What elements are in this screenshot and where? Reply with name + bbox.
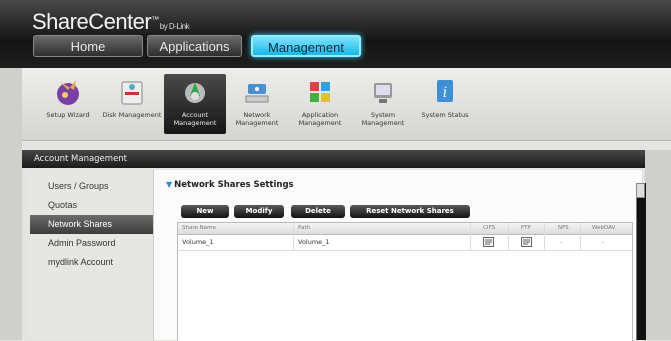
ftp-edit-icon[interactable] bbox=[521, 237, 532, 252]
toolbar-application-management[interactable]: Application Management bbox=[289, 74, 351, 134]
toolbar-system-status[interactable]: i System Status bbox=[414, 74, 476, 134]
cell-path: Volume_1 bbox=[298, 238, 330, 246]
column-header-ftp[interactable]: FTP bbox=[521, 223, 531, 234]
scrollbar-thumb[interactable] bbox=[636, 183, 645, 198]
tab-home[interactable]: Home bbox=[33, 35, 143, 57]
toolbar-disk-management[interactable]: Disk Management bbox=[101, 74, 163, 134]
sidebar-item-users-groups[interactable]: Users / Groups bbox=[30, 177, 153, 196]
scrollbar-track[interactable] bbox=[636, 183, 646, 340]
network-icon bbox=[245, 84, 269, 103]
wizard-icon bbox=[57, 80, 79, 105]
toolbar-label: Setup Wizard bbox=[46, 111, 90, 119]
column-header-webdav[interactable]: WebDAV bbox=[592, 223, 615, 234]
cifs-edit-icon[interactable] bbox=[483, 237, 494, 252]
toolbar-label: System Management bbox=[361, 111, 405, 127]
cell-share-name: Volume_1 bbox=[182, 238, 214, 246]
modify-button[interactable]: Modify bbox=[234, 205, 284, 218]
toolbar-label: System Status bbox=[421, 111, 469, 119]
account-icon bbox=[185, 82, 205, 103]
column-header-share-name[interactable]: Share Name bbox=[182, 223, 216, 234]
app-name: ShareCenter bbox=[32, 9, 152, 34]
right-margin bbox=[645, 150, 671, 340]
section-title: Account Management bbox=[22, 150, 661, 168]
toolbar-setup-wizard[interactable]: Setup Wizard bbox=[37, 74, 99, 134]
panel-title-text: Network Shares Settings bbox=[174, 180, 294, 190]
app-header: ShareCenter™by D-Link Home Applications … bbox=[0, 0, 671, 68]
info-icon: i bbox=[437, 80, 453, 102]
left-margin bbox=[0, 68, 22, 340]
toolbar-label: Application Management bbox=[298, 111, 342, 127]
toolbar-label: Account Management bbox=[173, 111, 217, 127]
trademark-mark: ™ bbox=[151, 15, 159, 24]
management-toolbar: Setup Wizard Disk Management Account Man… bbox=[22, 68, 671, 141]
delete-button[interactable]: Delete bbox=[291, 205, 345, 218]
application-icon bbox=[310, 82, 330, 102]
sidebar-item-admin-password[interactable]: Admin Password bbox=[30, 234, 153, 253]
app-byline: by D-Link bbox=[159, 22, 190, 31]
column-header-nfs[interactable]: NFS bbox=[558, 223, 569, 234]
cell-webdav: - bbox=[602, 238, 605, 246]
toolbar-label: Disk Management bbox=[102, 111, 162, 119]
toolbar-account-management[interactable]: Account Management bbox=[164, 74, 226, 134]
sidebar-item-network-shares[interactable]: Network Shares bbox=[30, 215, 153, 234]
content-panel: ▼ Network Shares Settings New Modify Dele… bbox=[153, 170, 642, 341]
collapse-triangle-icon[interactable]: ▼ bbox=[166, 180, 172, 189]
toolbar-label: Network Management bbox=[235, 111, 279, 127]
tab-management[interactable]: Management bbox=[251, 35, 361, 57]
network-shares-table: Share Name Path CIFS FTP NFS WebDAV Volu… bbox=[177, 222, 633, 341]
svg-text:i: i bbox=[443, 85, 447, 101]
system-icon bbox=[374, 83, 392, 103]
sidebar: Users / Groups Quotas Network Shares Adm… bbox=[30, 170, 153, 340]
table-row[interactable]: Volume_1 Volume_1 - - bbox=[178, 235, 632, 251]
app-logo: ShareCenter™by D-Link bbox=[32, 9, 190, 35]
reset-network-shares-button[interactable]: Reset Network Shares bbox=[350, 205, 470, 218]
disk-icon bbox=[121, 81, 143, 105]
column-header-path[interactable]: Path bbox=[298, 223, 310, 234]
cell-nfs: - bbox=[560, 238, 563, 246]
sidebar-item-mydlink-account[interactable]: mydlink Account bbox=[30, 253, 153, 272]
toolbar-network-management[interactable]: Network Management bbox=[226, 74, 288, 134]
sidebar-item-quotas[interactable]: Quotas bbox=[30, 196, 153, 215]
new-button[interactable]: New bbox=[181, 205, 229, 218]
tab-applications[interactable]: Applications bbox=[147, 35, 242, 57]
column-header-cifs[interactable]: CIFS bbox=[483, 223, 495, 234]
panel-title: ▼ Network Shares Settings bbox=[166, 180, 294, 190]
toolbar-system-management[interactable]: System Management bbox=[352, 74, 414, 134]
table-header: Share Name Path CIFS FTP NFS WebDAV bbox=[178, 223, 632, 235]
